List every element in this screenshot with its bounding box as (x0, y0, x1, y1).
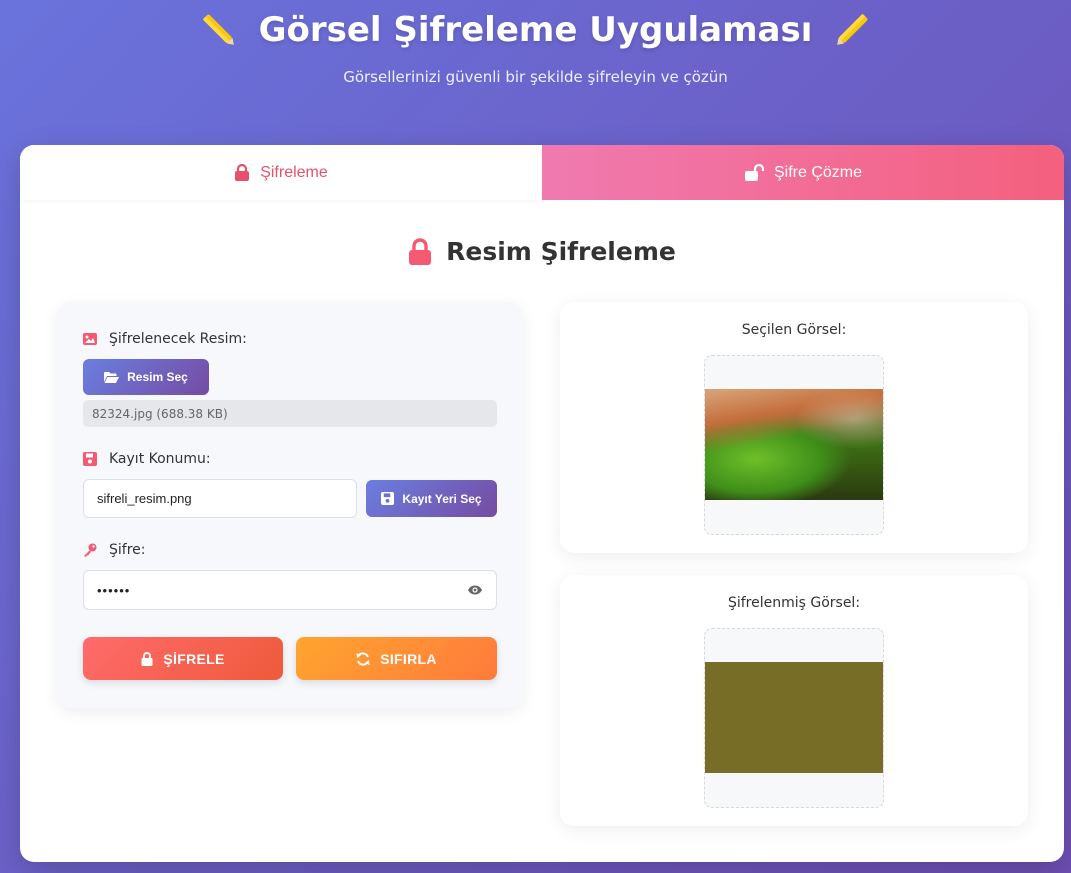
image-label-text: Şifrelenecek Resim: (109, 331, 247, 347)
unlock-icon (744, 164, 764, 181)
reset-button[interactable]: SIFIRLA (296, 637, 497, 680)
image-label: Şifrelenecek Resim: (83, 331, 247, 347)
encrypted-image (705, 662, 883, 773)
app-title: Görsel Şifreleme Uygulaması (258, 10, 813, 50)
password-label-text: Şifre: (109, 542, 146, 558)
lock-icon (409, 237, 432, 265)
select-image-button[interactable]: Resim Seç (83, 359, 209, 395)
encrypted-image-card: Şifrelenmiş Görsel: (560, 575, 1028, 826)
save-location-label: Kayıt Yeri Seç (402, 491, 482, 506)
image-icon (83, 333, 97, 345)
save-location-button[interactable]: Kayıt Yeri Seç (366, 480, 497, 517)
eye-icon[interactable] (468, 584, 482, 596)
encrypted-image-title: Şifrelenmiş Görsel: (727, 595, 861, 611)
lock-icon (141, 651, 153, 666)
password-label: Şifre: (83, 542, 145, 558)
select-image-label: Resim Seç (127, 370, 188, 384)
password-input[interactable]: •••••• (83, 570, 497, 610)
key-icon (84, 543, 97, 557)
save-icon (83, 452, 97, 466)
file-info: 82324.jpg (688.38 KB) (83, 400, 497, 427)
pencil-icon (202, 14, 234, 45)
encrypt-button[interactable]: ŞİFRELE (83, 637, 283, 680)
tab-decrypt-label: Şifre Çözme (773, 163, 863, 181)
tab-encrypt-label: Şifreleme (260, 163, 328, 181)
encrypt-button-label: ŞİFRELE (163, 650, 225, 667)
selected-image-title: Seçilen Görsel: (741, 322, 847, 338)
save-label-text: Kayıt Konumu: (109, 451, 211, 467)
reset-button-label: SIFIRLA (380, 650, 437, 667)
save-path-input[interactable]: sifreli_resim.png (83, 479, 357, 518)
encrypt-form: Şifrelenecek Resim: Resim Seç 82324.jpg … (57, 302, 523, 708)
section-title-text: Resim Şifreleme (446, 237, 676, 266)
selected-image-card: Seçilen Görsel: (560, 302, 1028, 553)
save-icon (381, 492, 395, 505)
refresh-icon (356, 651, 370, 666)
folder-open-icon (104, 372, 120, 383)
tab-encrypt[interactable]: Şifreleme (20, 145, 542, 200)
tab-decrypt[interactable]: Şifre Çözme (542, 145, 1064, 200)
app-subtitle: Görsellerinizi güvenli bir şekilde şifre… (343, 68, 728, 86)
section-title: Resim Şifreleme (20, 237, 1064, 266)
lock-icon (235, 164, 250, 181)
selected-image-frame (704, 355, 884, 535)
main-card: Şifreleme Şifre Çözme Resim Şifreleme Şi… (20, 145, 1064, 862)
selected-image (705, 389, 883, 500)
password-value: •••••• (97, 582, 131, 598)
app-title-row: Görsel Şifreleme Uygulaması (0, 8, 1071, 52)
save-label: Kayıt Konumu: (83, 451, 211, 467)
tab-bar: Şifreleme Şifre Çözme (20, 145, 1064, 200)
pencil-icon (837, 14, 868, 45)
encrypted-image-frame (704, 628, 884, 808)
